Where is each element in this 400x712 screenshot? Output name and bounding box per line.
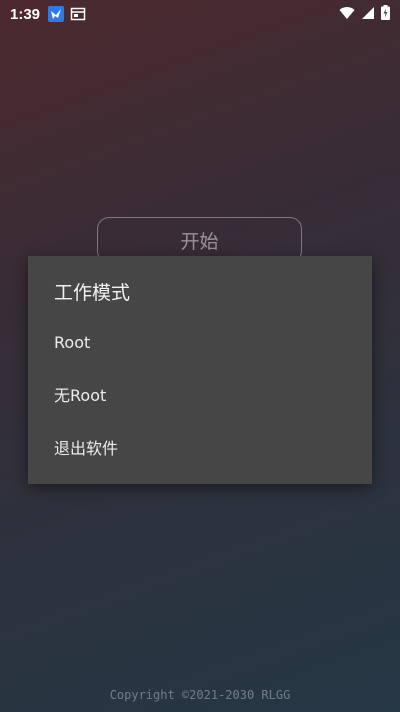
bird-app-icon [48, 6, 65, 22]
status-icons [339, 4, 390, 24]
dialog-item-exit[interactable]: 退出软件 [28, 422, 372, 475]
signal-icon [361, 5, 375, 24]
dialog-title: 工作模式 [54, 282, 131, 304]
work-mode-dialog: 工作模式 Root 无Root 退出软件 [28, 256, 372, 484]
copyright-text: Copyright ©2021-2030 RLGG [109, 688, 291, 702]
status-bar: 1:39 [0, 0, 400, 28]
dialog-item-no-root[interactable]: 无Root [28, 369, 372, 422]
status-time: 1:39 [10, 5, 41, 23]
dialog-item-root[interactable]: Root [28, 316, 372, 369]
battery-charging-icon [381, 4, 390, 24]
wifi-icon [339, 5, 355, 24]
window-icon [70, 6, 86, 22]
